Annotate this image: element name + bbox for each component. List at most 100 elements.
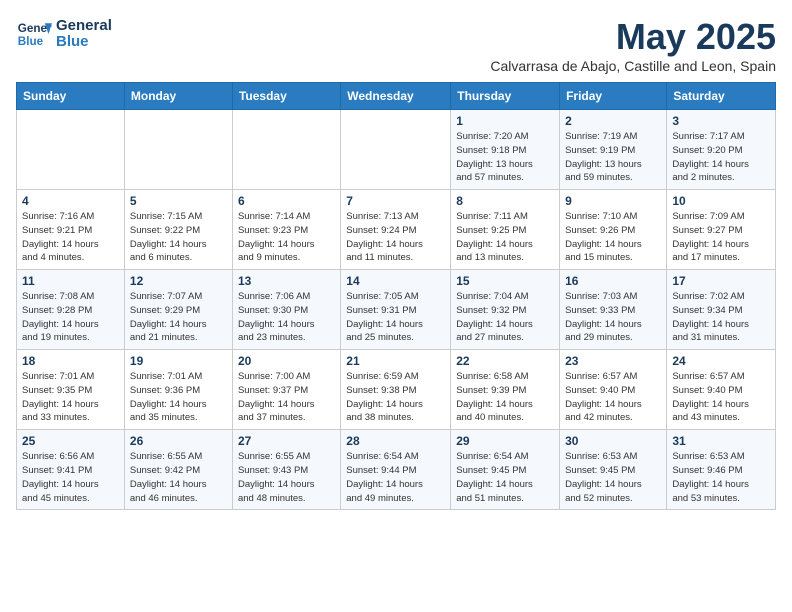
day-number: 29 xyxy=(456,434,554,448)
day-info: Sunrise: 6:54 AM Sunset: 9:45 PM Dayligh… xyxy=(456,450,554,505)
day-number: 28 xyxy=(346,434,445,448)
calendar-cell: 28 Sunrise: 6:54 AM Sunset: 9:44 PM Dayli… xyxy=(341,430,451,510)
day-number: 5 xyxy=(130,194,227,208)
day-info: Sunrise: 7:09 AM Sunset: 9:27 PM Dayligh… xyxy=(672,210,770,265)
day-number: 6 xyxy=(238,194,335,208)
calendar-cell: 14Sunrise: 7:05 AM Sunset: 9:31 PM Dayli… xyxy=(341,270,451,350)
calendar-cell: 6 Sunrise: 7:14 AM Sunset: 9:23 PM Daylig… xyxy=(232,190,340,270)
day-number: 20 xyxy=(238,354,335,368)
day-info: Sunrise: 7:00 AM Sunset: 9:37 PM Dayligh… xyxy=(238,370,335,425)
day-info: Sunrise: 7:11 AM Sunset: 9:25 PM Dayligh… xyxy=(456,210,554,265)
day-number: 13 xyxy=(238,274,335,288)
calendar-cell: 13Sunrise: 7:06 AM Sunset: 9:30 PM Dayli… xyxy=(232,270,340,350)
calendar-cell: 23 Sunrise: 6:57 AM Sunset: 9:40 PM Dayli… xyxy=(560,350,667,430)
day-number: 8 xyxy=(456,194,554,208)
weekday-header: Monday xyxy=(124,83,232,110)
day-number: 4 xyxy=(22,194,119,208)
day-info: Sunrise: 6:53 AM Sunset: 9:45 PM Dayligh… xyxy=(565,450,661,505)
weekday-header: Sunday xyxy=(17,83,125,110)
calendar-cell: 16 Sunrise: 7:03 AM Sunset: 9:33 PM Dayli… xyxy=(560,270,667,350)
day-number: 14 xyxy=(346,274,445,288)
calendar-cell: 4 Sunrise: 7:16 AM Sunset: 9:21 PM Daylig… xyxy=(17,190,125,270)
calendar-cell: 22 Sunrise: 6:58 AM Sunset: 9:39 PM Dayli… xyxy=(451,350,560,430)
calendar-cell: 10 Sunrise: 7:09 AM Sunset: 9:27 PM Dayli… xyxy=(667,190,776,270)
calendar-cell: 20 Sunrise: 7:00 AM Sunset: 9:37 PM Dayli… xyxy=(232,350,340,430)
calendar-cell: 8 Sunrise: 7:11 AM Sunset: 9:25 PM Daylig… xyxy=(451,190,560,270)
day-info: Sunrise: 6:57 AM Sunset: 9:40 PM Dayligh… xyxy=(565,370,661,425)
calendar-cell: 31 Sunrise: 6:53 AM Sunset: 9:46 PM Dayli… xyxy=(667,430,776,510)
day-number: 15 xyxy=(456,274,554,288)
day-info: Sunrise: 7:04 AM Sunset: 9:32 PM Dayligh… xyxy=(456,290,554,345)
header: General Blue General Blue May 2025 Calva… xyxy=(16,16,776,74)
subtitle: Calvarrasa de Abajo, Castille and Leon, … xyxy=(490,58,776,74)
calendar-cell: 1Sunrise: 7:20 AM Sunset: 9:18 PM Daylig… xyxy=(451,110,560,190)
logo-general: General xyxy=(56,18,112,35)
calendar-cell: 25 Sunrise: 6:56 AM Sunset: 9:41 PM Dayli… xyxy=(17,430,125,510)
weekday-header: Thursday xyxy=(451,83,560,110)
day-number: 30 xyxy=(565,434,661,448)
calendar-cell: 19 Sunrise: 7:01 AM Sunset: 9:36 PM Dayli… xyxy=(124,350,232,430)
day-number: 31 xyxy=(672,434,770,448)
calendar-cell: 26 Sunrise: 6:55 AM Sunset: 9:42 PM Dayli… xyxy=(124,430,232,510)
day-info: Sunrise: 7:10 AM Sunset: 9:26 PM Dayligh… xyxy=(565,210,661,265)
day-info: Sunrise: 7:01 AM Sunset: 9:35 PM Dayligh… xyxy=(22,370,119,425)
day-info: Sunrise: 7:17 AM Sunset: 9:20 PM Dayligh… xyxy=(672,130,770,185)
calendar-cell: 30 Sunrise: 6:53 AM Sunset: 9:45 PM Dayli… xyxy=(560,430,667,510)
day-number: 10 xyxy=(672,194,770,208)
calendar-cell: 29 Sunrise: 6:54 AM Sunset: 9:45 PM Dayli… xyxy=(451,430,560,510)
calendar-cell: 21 Sunrise: 6:59 AM Sunset: 9:38 PM Dayli… xyxy=(341,350,451,430)
weekday-header: Tuesday xyxy=(232,83,340,110)
day-info: Sunrise: 7:02 AM Sunset: 9:34 PM Dayligh… xyxy=(672,290,770,345)
calendar-cell: 5 Sunrise: 7:15 AM Sunset: 9:22 PM Daylig… xyxy=(124,190,232,270)
calendar-cell: 17 Sunrise: 7:02 AM Sunset: 9:34 PM Dayli… xyxy=(667,270,776,350)
day-number: 23 xyxy=(565,354,661,368)
day-number: 7 xyxy=(346,194,445,208)
calendar-cell: 15 Sunrise: 7:04 AM Sunset: 9:32 PM Dayli… xyxy=(451,270,560,350)
day-info: Sunrise: 6:55 AM Sunset: 9:42 PM Dayligh… xyxy=(130,450,227,505)
day-info: Sunrise: 6:54 AM Sunset: 9:44 PM Dayligh… xyxy=(346,450,445,505)
day-number: 18 xyxy=(22,354,119,368)
day-info: Sunrise: 6:55 AM Sunset: 9:43 PM Dayligh… xyxy=(238,450,335,505)
calendar-cell: 7 Sunrise: 7:13 AM Sunset: 9:24 PM Daylig… xyxy=(341,190,451,270)
logo-blue: Blue xyxy=(56,34,112,51)
day-number: 21 xyxy=(346,354,445,368)
calendar-cell: 27 Sunrise: 6:55 AM Sunset: 9:43 PM Dayli… xyxy=(232,430,340,510)
day-number: 9 xyxy=(565,194,661,208)
svg-text:Blue: Blue xyxy=(18,35,44,48)
calendar-cell: 3Sunrise: 7:17 AM Sunset: 9:20 PM Daylig… xyxy=(667,110,776,190)
day-info: Sunrise: 7:08 AM Sunset: 9:28 PM Dayligh… xyxy=(22,290,119,345)
calendar-cell xyxy=(341,110,451,190)
day-info: Sunrise: 7:14 AM Sunset: 9:23 PM Dayligh… xyxy=(238,210,335,265)
day-number: 17 xyxy=(672,274,770,288)
day-number: 25 xyxy=(22,434,119,448)
day-info: Sunrise: 6:59 AM Sunset: 9:38 PM Dayligh… xyxy=(346,370,445,425)
day-info: Sunrise: 6:53 AM Sunset: 9:46 PM Dayligh… xyxy=(672,450,770,505)
calendar-table: SundayMondayTuesdayWednesdayThursdayFrid… xyxy=(16,82,776,510)
day-number: 16 xyxy=(565,274,661,288)
day-number: 26 xyxy=(130,434,227,448)
calendar-cell: 12Sunrise: 7:07 AM Sunset: 9:29 PM Dayli… xyxy=(124,270,232,350)
day-info: Sunrise: 7:15 AM Sunset: 9:22 PM Dayligh… xyxy=(130,210,227,265)
day-info: Sunrise: 7:20 AM Sunset: 9:18 PM Dayligh… xyxy=(456,130,554,185)
day-info: Sunrise: 7:13 AM Sunset: 9:24 PM Dayligh… xyxy=(346,210,445,265)
day-number: 2 xyxy=(565,114,661,128)
day-info: Sunrise: 7:03 AM Sunset: 9:33 PM Dayligh… xyxy=(565,290,661,345)
day-number: 24 xyxy=(672,354,770,368)
day-info: Sunrise: 6:57 AM Sunset: 9:40 PM Dayligh… xyxy=(672,370,770,425)
day-number: 19 xyxy=(130,354,227,368)
calendar-cell: 18 Sunrise: 7:01 AM Sunset: 9:35 PM Dayli… xyxy=(17,350,125,430)
day-number: 11 xyxy=(22,274,119,288)
day-info: Sunrise: 6:58 AM Sunset: 9:39 PM Dayligh… xyxy=(456,370,554,425)
day-number: 27 xyxy=(238,434,335,448)
calendar-cell xyxy=(124,110,232,190)
calendar-cell: 11 Sunrise: 7:08 AM Sunset: 9:28 PM Dayli… xyxy=(17,270,125,350)
day-info: Sunrise: 7:01 AM Sunset: 9:36 PM Dayligh… xyxy=(130,370,227,425)
day-number: 22 xyxy=(456,354,554,368)
day-info: Sunrise: 6:56 AM Sunset: 9:41 PM Dayligh… xyxy=(22,450,119,505)
day-info: Sunrise: 7:16 AM Sunset: 9:21 PM Dayligh… xyxy=(22,210,119,265)
month-title: May 2025 xyxy=(490,16,776,58)
calendar-cell: 2Sunrise: 7:19 AM Sunset: 9:19 PM Daylig… xyxy=(560,110,667,190)
calendar-cell: 9 Sunrise: 7:10 AM Sunset: 9:26 PM Daylig… xyxy=(560,190,667,270)
calendar-cell xyxy=(17,110,125,190)
weekday-header: Wednesday xyxy=(341,83,451,110)
